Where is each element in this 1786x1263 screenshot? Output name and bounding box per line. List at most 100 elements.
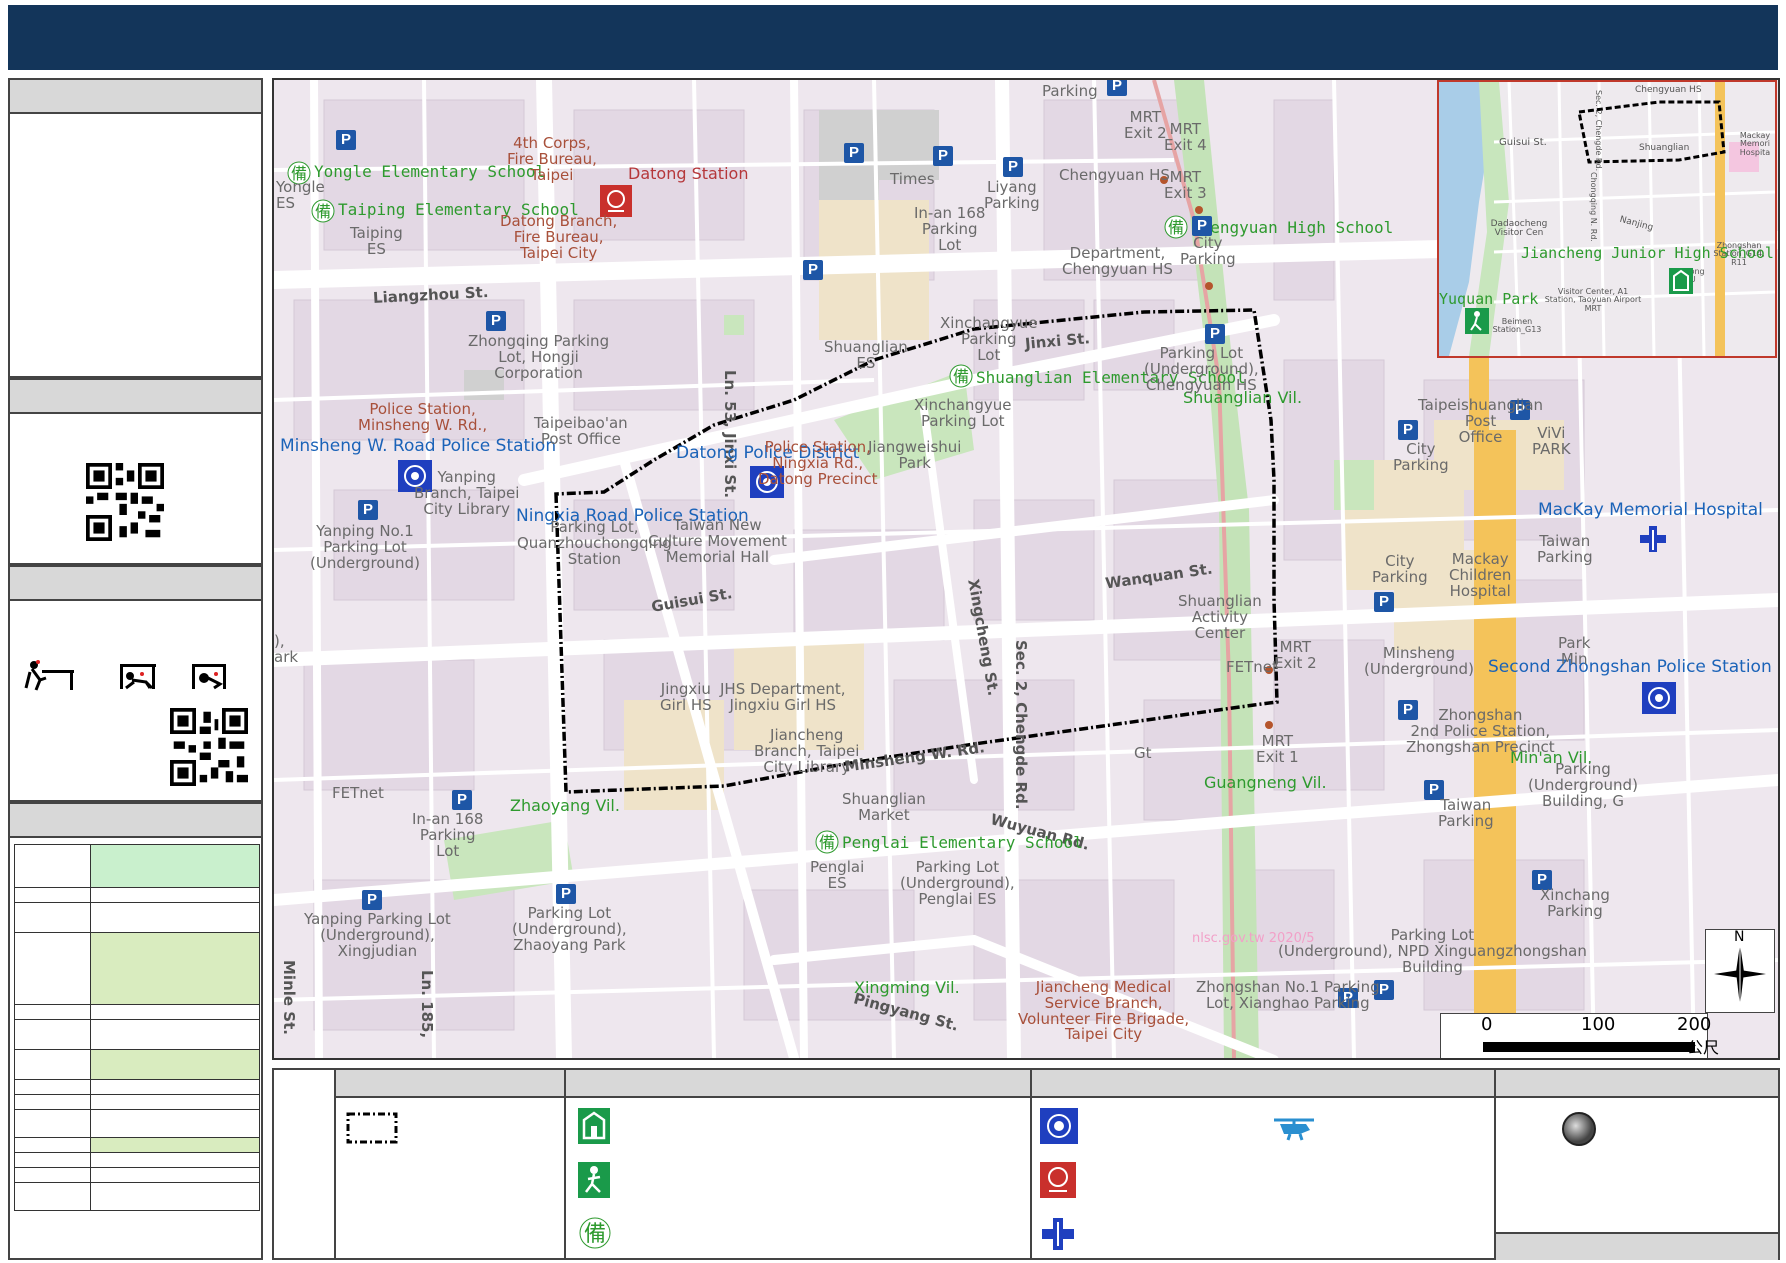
evacuation-shelter-icon <box>578 1108 610 1148</box>
village-label: Zhaoyang Vil. <box>510 796 620 815</box>
village-label: Guangneng Vil. <box>1204 773 1327 792</box>
poi-label: Jiangweishui Park <box>868 438 962 472</box>
poi-label: Xinchang Parking <box>1540 886 1610 920</box>
poi-label: In-an 168 Parking Lot <box>412 810 484 860</box>
scale-unit: 公尺 <box>1687 1038 1720 1057</box>
inset-map-base <box>1439 82 1775 356</box>
inset-label: Chengyuan HS <box>1635 85 1702 95</box>
inset-label: Chongqing N. Rd. <box>1589 172 1598 242</box>
helipad-icon <box>1270 1112 1318 1146</box>
north-label: N <box>1734 929 1745 945</box>
table-panel-header <box>10 804 261 838</box>
parking-icon: P <box>803 260 823 280</box>
poi-label: Xinchangyue Parking Lot <box>940 314 1038 364</box>
poi-label: Parking Lot (Underground), Chengyuan HS <box>1144 344 1259 394</box>
police-label: Minsheng W. Road Police Station <box>280 436 557 456</box>
poi-label: Yongle ES <box>276 178 325 212</box>
drop-pictogram-icon <box>24 658 76 696</box>
parking-icon: P <box>556 884 576 904</box>
parking-icon: P <box>1398 420 1418 440</box>
legend-header <box>336 1070 1778 1098</box>
poi-label: Taiwan Parking <box>1438 796 1494 830</box>
poi-label: ViVi PARK <box>1532 424 1571 458</box>
legend-footer <box>1496 1232 1778 1260</box>
evacuation-shelter-icon <box>1669 268 1693 298</box>
boundary-legend-icon <box>346 1112 398 1148</box>
poi-label: Mackay Children Hospital <box>1449 550 1512 600</box>
poi-label: Zhongshan 2nd Police Station, Zhongshan Pr… <box>1406 706 1555 756</box>
parking-icon: P <box>1003 157 1023 177</box>
evacuation-park-icon <box>578 1162 610 1202</box>
qr-code-icon <box>86 463 164 541</box>
qr-code-2[interactable] <box>170 708 248 786</box>
poi-label: MRT Exit 1 <box>1256 732 1299 766</box>
poi-label: Parking (Underground) Building, G <box>1528 760 1638 810</box>
inset-map[interactable]: Chengyuan HS Guisui St. Shuanglian Macka… <box>1437 80 1777 358</box>
inset-label: Mackay Memori Hospita <box>1739 131 1771 157</box>
poi-label: Police Station, Minsheng W. Rd., <box>358 400 488 434</box>
poi-label: Yanping No.1 Parking Lot (Underground) <box>310 522 420 572</box>
poi-label: Liyang Parking <box>984 178 1040 212</box>
legend: 備 <box>272 1068 1780 1260</box>
parking-icon: P <box>486 311 506 331</box>
hospital-icon <box>1040 1216 1076 1256</box>
poi-label: Xinchangyue Parking Lot <box>914 396 1012 430</box>
poi-label: Taipeishuanglian Post Office <box>1418 396 1544 446</box>
police-station-icon[interactable] <box>1642 682 1676 718</box>
scale-bar: 0 100 200 公尺 <box>1440 1013 1719 1058</box>
main-map[interactable]: Liangzhou St. Ln. 53, Jinxi St. Jinxi St… <box>272 78 1780 1060</box>
qr-code-1[interactable] <box>86 463 164 541</box>
police-station-icon <box>1040 1108 1078 1148</box>
poi-label: Park Min <box>1558 634 1591 668</box>
fire-station-icon <box>1040 1162 1076 1202</box>
poi-label: Yanping Parking Lot (Underground), Xingjud… <box>304 910 451 960</box>
scale-tick-label: 100 <box>1581 1014 1616 1035</box>
svg-text:備: 備 <box>819 833 835 852</box>
qr-code-icon <box>170 708 248 786</box>
poi-label: Jingxiu Girl HS <box>660 680 712 714</box>
svg-text:備: 備 <box>584 1222 606 1247</box>
poi-label: Taiwan Parking <box>1537 532 1593 566</box>
cover-pictogram-icon <box>106 658 158 696</box>
poi-label: Parking Lot (Underground), Penglai ES <box>900 858 1015 908</box>
title-bar <box>8 5 1778 70</box>
parking-icon: P <box>1192 216 1212 236</box>
inset-label: Shuanglian <box>1639 143 1690 153</box>
poi-label: City Parking <box>1372 552 1428 586</box>
poi-label: Datong Branch, Fire Bureau, Taipei City <box>500 212 618 262</box>
poi-label: In-an 168 Parking Lot <box>914 204 986 254</box>
police-label: Second Zhongshan Police Station <box>1488 657 1772 677</box>
scale-tick-label: 0 <box>1481 1014 1493 1035</box>
poi-label: Department, Chengyuan HS <box>1062 244 1173 278</box>
village-label: Xingming Vil. <box>854 978 960 997</box>
poi-label: MRT Exit 4 <box>1164 120 1207 154</box>
poi-label: Taipeibao'an Post Office <box>534 414 628 448</box>
inset-label: Beimen Station_G13 <box>1492 317 1542 335</box>
parking-icon: P <box>1107 80 1127 96</box>
poi-label: Yanping Branch, Taipei City Library <box>414 468 520 518</box>
shelter-dei-icon: 備 <box>578 1216 612 1254</box>
poi-label: Jiancheng Branch, Taipei City Library <box>754 726 860 776</box>
poi-label: Minsheng (Underground) <box>1364 644 1474 678</box>
school-label: Penglai Elementary School <box>842 833 1083 852</box>
poi-label: MRT Exit 2 <box>1274 638 1317 672</box>
poi-label: Parking Lot (Underground), Zhaoyang Park <box>512 904 627 954</box>
inset-school-label: Jiancheng Junior High School <box>1521 244 1774 262</box>
parking-icon: P <box>358 500 378 520</box>
hospital-label: MacKay Memorial Hospital <box>1538 500 1763 520</box>
inset-label: Dadaocheng Visitor Cen <box>1490 219 1548 239</box>
hospital-icon[interactable] <box>1638 524 1668 558</box>
poi-label: JHS Department, Jingxiu Girl HS <box>720 680 846 714</box>
parking-icon: P <box>336 130 356 150</box>
poi-label: Taiping ES <box>350 224 403 258</box>
north-arrow: N <box>1705 929 1775 1013</box>
poi-label: MRT Exit 2 <box>1124 108 1167 142</box>
poi-label: Shuanglian Market <box>842 790 926 824</box>
poi-label: Times <box>890 170 935 188</box>
poi-label: Chengyuan HS <box>1059 166 1170 184</box>
poi-label: ), ark <box>274 632 299 666</box>
shelter-dei-icon: 備 <box>814 829 840 859</box>
inset-label: Visitor Center, A1 Station, Taoyuan Airp… <box>1544 287 1642 313</box>
street-label: Sec. 2, Chengde Rd. <box>1012 640 1030 810</box>
parking-icon: P <box>452 790 472 810</box>
